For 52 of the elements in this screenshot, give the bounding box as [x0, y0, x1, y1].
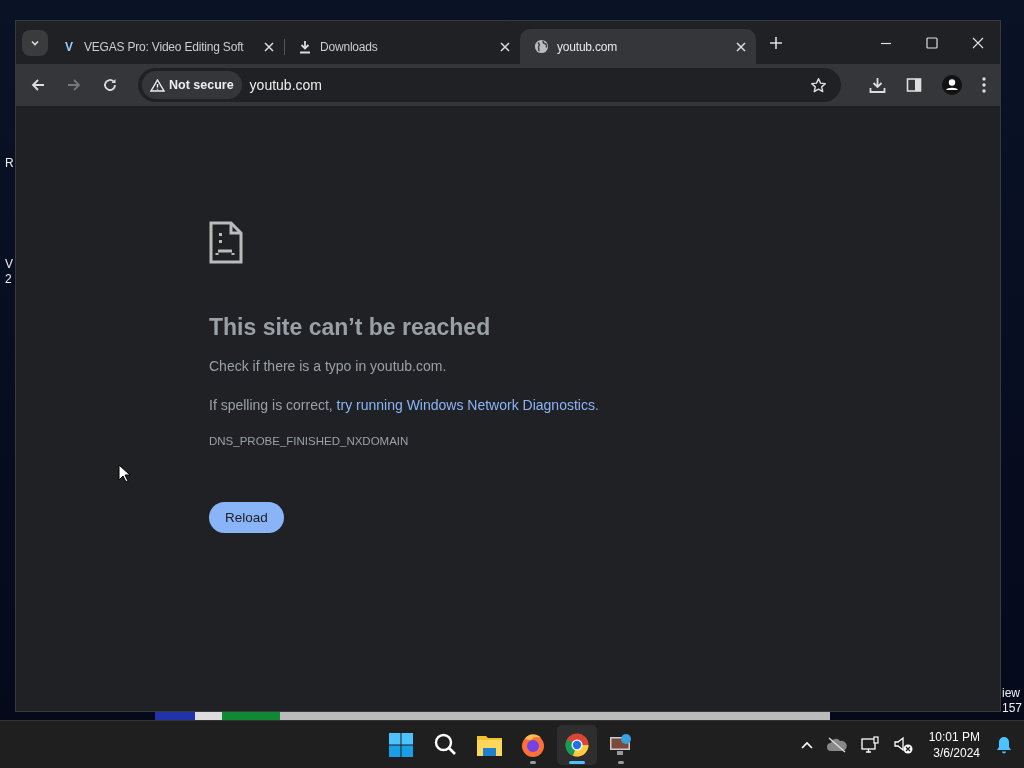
not-secure-chip[interactable]: Not secure: [142, 71, 242, 99]
volume-muted-icon[interactable]: [893, 735, 913, 754]
chrome-icon: [565, 732, 589, 757]
desktop-text: iew 157: [1001, 686, 1022, 716]
clock[interactable]: 10:01 PM 3/6/2024: [928, 728, 980, 761]
diagnostics-link[interactable]: try running Windows Network Diagnostics: [336, 397, 595, 413]
forward-icon[interactable]: [66, 77, 82, 93]
error-code: DNS_PROBE_FINISHED_NXDOMAIN: [209, 435, 410, 447]
maximize-icon[interactable]: [926, 36, 938, 49]
close-icon[interactable]: [972, 36, 984, 49]
back-icon[interactable]: [30, 77, 46, 93]
browser-tab[interactable]: V VEGAS Pro: Video Editing Soft: [48, 29, 284, 64]
close-tab-icon[interactable]: [500, 41, 510, 52]
star-icon[interactable]: [810, 76, 827, 94]
tab-favicon: V: [64, 39, 74, 54]
desktop-text: V 2: [5, 257, 14, 287]
new-tab-icon[interactable]: [770, 36, 782, 49]
tab-title: youtub.com: [557, 39, 619, 54]
reload-icon[interactable]: [102, 77, 118, 93]
tab-search-button[interactable]: [22, 29, 48, 56]
tab-title: VEGAS Pro: Video Editing Soft: [84, 39, 245, 54]
mouse-cursor-icon: [118, 464, 130, 483]
search-icon: [433, 733, 457, 756]
reload-button[interactable]: Reload: [209, 502, 284, 533]
close-tab-icon[interactable]: [264, 41, 274, 52]
desktop-text: R: [5, 156, 15, 171]
windows-logo-icon: [389, 732, 413, 757]
bell-icon[interactable]: [996, 735, 1012, 754]
download-icon: [298, 39, 312, 54]
sad-page-icon: [209, 221, 243, 264]
error-hint: Check if there is a typo in youtub.com.: [209, 357, 448, 376]
tab-title: Downloads: [320, 39, 379, 54]
browser-tab[interactable]: Downloads: [284, 29, 520, 64]
side-panel-icon[interactable]: [906, 77, 922, 93]
close-tab-icon[interactable]: [736, 41, 746, 52]
cloud-off-icon[interactable]: [826, 736, 847, 753]
menu-icon[interactable]: [982, 77, 986, 93]
error-title: This site can’t be reached: [209, 313, 492, 342]
firefox-icon: [521, 732, 545, 757]
url-text: youtub.com: [249, 77, 323, 93]
globe-icon: [534, 39, 549, 54]
profile-icon[interactable]: [942, 75, 962, 95]
network-icon[interactable]: [860, 735, 880, 754]
monitor-icon: [609, 732, 633, 757]
folder-icon: [476, 733, 502, 756]
error-advice: If spelling is correct, try running Windows Network Diagnostics.: [209, 396, 600, 415]
chevron-up-icon[interactable]: [800, 740, 813, 749]
download-icon[interactable]: [869, 76, 886, 94]
taskbar-app[interactable]: [557, 724, 597, 765]
warning-icon: [150, 78, 165, 92]
browser-tab[interactable]: youtub.com: [520, 29, 756, 64]
address-bar[interactable]: Not secure youtub.com: [138, 68, 841, 102]
